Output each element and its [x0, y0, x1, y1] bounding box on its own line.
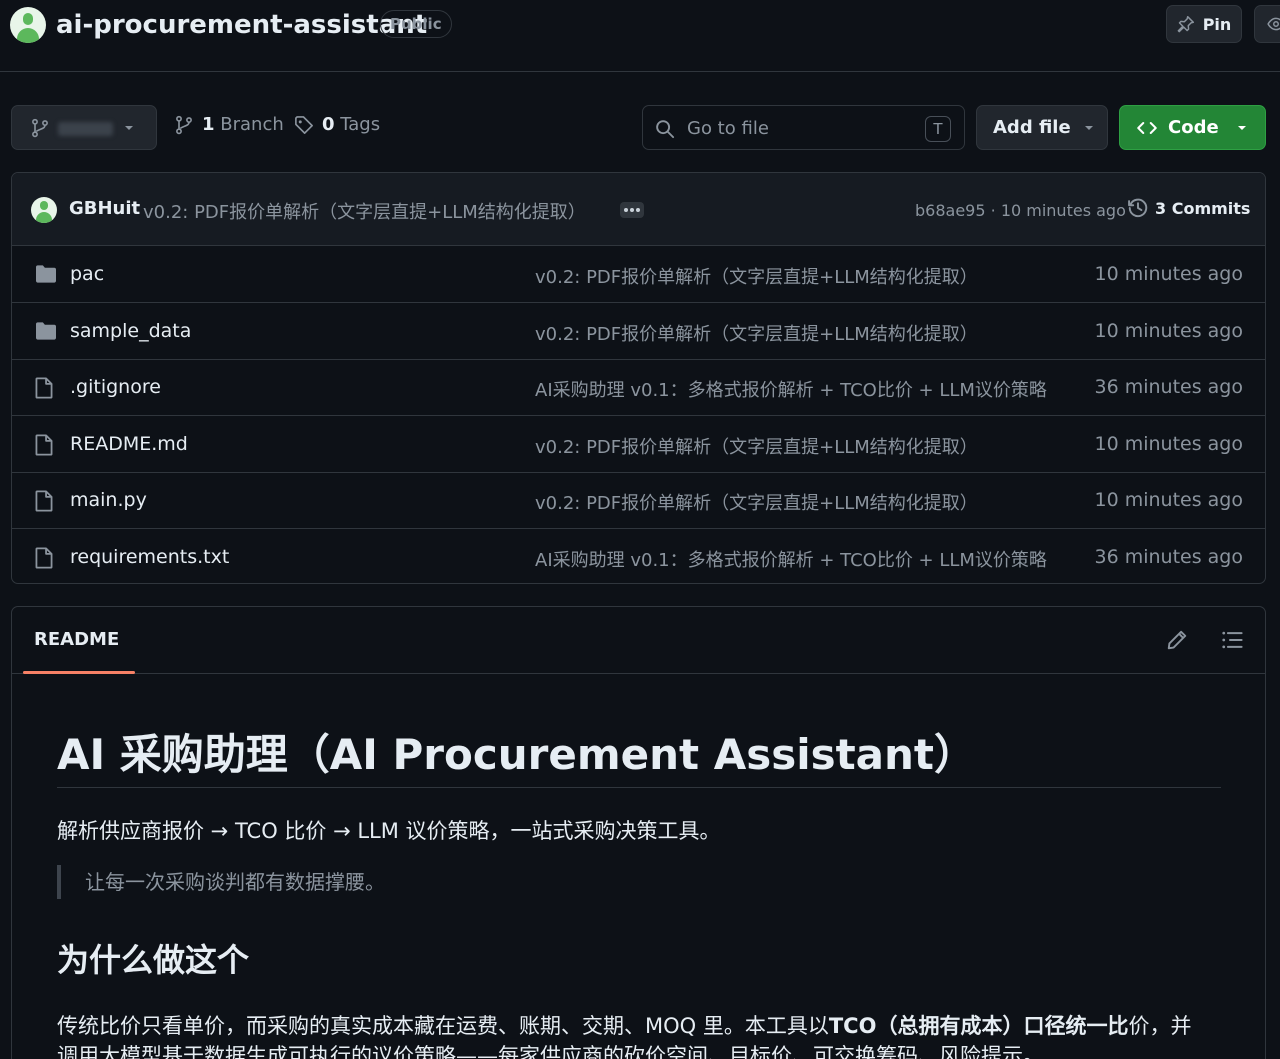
go-to-file-input[interactable]	[687, 114, 917, 142]
go-to-file-search[interactable]: T	[642, 105, 965, 150]
add-file-label: Add file	[993, 117, 1071, 138]
chevron-down-icon	[1084, 125, 1093, 130]
git-branch-icon	[176, 115, 192, 134]
commit-author-avatar[interactable]	[31, 197, 57, 223]
chevron-down-icon	[1237, 125, 1246, 130]
file-commit-message[interactable]: v0.2: PDF报价单解析（文字层直提+LLM结构化提取）	[535, 489, 978, 515]
search-icon	[656, 120, 675, 139]
file-commit-message[interactable]: v0.2: PDF报价单解析（文字层直提+LLM结构化提取）	[535, 320, 978, 346]
expand-commit-button[interactable]	[620, 202, 644, 218]
readme-panel: README AI 采购助理（AI Procurement Assistant）…	[11, 606, 1266, 1059]
file-icon	[34, 546, 54, 573]
branch-name-redacted	[58, 122, 113, 136]
readme-paragraph: 传统比价只看单价，而采购的真实成本藏在运费、账期、交期、MOQ 里。本工具以TC…	[57, 1011, 1197, 1059]
history-icon	[1128, 198, 1148, 218]
readme-blockquote: 让每一次采购谈判都有数据撑腰。	[57, 865, 385, 899]
tag-count: 0	[322, 114, 335, 135]
file-name[interactable]: sample_data	[70, 320, 191, 342]
file-commit-age: 36 minutes ago	[1094, 376, 1244, 398]
branch-selector[interactable]	[11, 105, 157, 150]
active-tab-indicator	[23, 671, 135, 674]
readme-lead: 解析供应商报价 → TCO 比价 → LLM 议价策略，一站式采购决策工具。	[57, 819, 721, 843]
tab-readme[interactable]: README	[34, 629, 119, 650]
file-commit-age: 10 minutes ago	[1094, 432, 1244, 455]
pin-icon	[1177, 15, 1194, 33]
pin-label: Pin	[1202, 14, 1232, 34]
file-commit-age: 10 minutes ago	[1094, 319, 1244, 342]
commits-label: Commits	[1171, 198, 1251, 218]
file-commit-age: 10 minutes ago	[1094, 489, 1244, 511]
watch-button[interactable]	[1254, 5, 1280, 43]
commit-separator: ·	[990, 201, 996, 220]
visibility-badge: Public	[380, 10, 452, 38]
file-commit-message[interactable]: AI采购助理 v0.1：多格式报价解析 + TCO比价 + LLM议价策略	[535, 376, 1047, 402]
code-icon	[1137, 121, 1157, 134]
repo-header: ai-procurement-assistant Public Pin	[0, 0, 1280, 72]
branch-count: 1	[202, 114, 215, 135]
readme-title: AI 采购助理（AI Procurement Assistant）	[57, 730, 976, 779]
file-name[interactable]: README.md	[70, 433, 188, 455]
tag-label: Tags	[340, 114, 381, 135]
code-label: Code	[1168, 117, 1219, 138]
tags-link[interactable]: 0 Tags	[294, 114, 380, 135]
folder-icon	[34, 264, 58, 288]
file-browser: GBHuit v0.2: PDF报价单解析（文字层直提+LLM结构化提取） b6…	[11, 172, 1266, 584]
commit-message[interactable]: v0.2: PDF报价单解析（文字层直提+LLM结构化提取）	[143, 198, 586, 224]
file-row[interactable]: sample_data v0.2: PDF报价单解析（文字层直提+LLM结构化提取…	[12, 304, 1265, 360]
file-icon	[34, 490, 54, 516]
file-commit-message[interactable]: v0.2: PDF报价单解析（文字层直提+LLM结构化提取）	[535, 263, 978, 289]
file-commit-message[interactable]: AI采购助理 v0.1：多格式报价解析 + TCO比价 + LLM议价策略	[535, 546, 1047, 572]
para-text-1: 传统比价只看单价，而采购的真实成本藏在运费、账期、交期、MOQ 里。本工具以	[57, 1014, 829, 1038]
readme-tabbar: README	[12, 607, 1265, 674]
file-row[interactable]: pac v0.2: PDF报价单解析（文字层直提+LLM结构化提取） 10 minu…	[12, 247, 1265, 303]
file-row[interactable]: main.py v0.2: PDF报价单解析（文字层直提+LLM结构化提取） 10 …	[12, 473, 1265, 529]
commits-count: 3	[1155, 198, 1167, 218]
branches-link[interactable]: 1 Branch	[174, 114, 284, 135]
git-branch-icon	[32, 118, 48, 138]
file-name[interactable]: requirements.txt	[70, 546, 229, 568]
file-icon	[34, 377, 54, 403]
file-commit-message[interactable]: v0.2: PDF报价单解析（文字层直提+LLM结构化提取）	[535, 433, 978, 459]
heading-divider	[57, 787, 1221, 788]
chevron-down-icon	[125, 126, 133, 130]
file-commit-age: 10 minutes ago	[1094, 263, 1244, 285]
pin-button[interactable]: Pin	[1166, 5, 1242, 43]
commit-meta: b68ae95 · 10 minutes ago	[915, 201, 1126, 220]
file-row[interactable]: requirements.txt AI采购助理 v0.1：多格式报价解析 + TC…	[12, 530, 1265, 584]
branch-label: Branch	[220, 114, 284, 135]
file-row[interactable]: .gitignore AI采购助理 v0.1：多格式报价解析 + TCO比价 + …	[12, 360, 1265, 416]
code-button[interactable]: Code	[1119, 105, 1266, 150]
file-name[interactable]: .gitignore	[70, 376, 161, 398]
latest-commit-bar: GBHuit v0.2: PDF报价单解析（文字层直提+LLM结构化提取） b6…	[12, 173, 1265, 246]
commit-hash[interactable]: b68ae95	[915, 201, 986, 220]
file-name[interactable]: main.py	[70, 489, 147, 511]
pencil-icon[interactable]	[1166, 629, 1188, 651]
para-bold-text: TCO（总拥有成本）口径统一比	[828, 1014, 1129, 1038]
owner-avatar[interactable]	[10, 7, 46, 43]
folder-icon	[34, 321, 58, 345]
add-file-button[interactable]: Add file	[976, 105, 1108, 150]
readme-section-heading: 为什么做这个	[57, 941, 250, 979]
tag-icon	[295, 115, 313, 134]
commit-author[interactable]: GBHuit	[69, 198, 140, 219]
commit-time: 10 minutes ago	[1000, 201, 1126, 220]
file-name[interactable]: pac	[70, 263, 104, 285]
repo-name[interactable]: ai-procurement-assistant	[56, 10, 427, 40]
file-icon	[34, 433, 54, 460]
shortcut-key: T	[925, 116, 951, 142]
file-row[interactable]: README.md v0.2: PDF报价单解析（文字层直提+LLM结构化提取） 1…	[12, 417, 1265, 473]
eye-icon	[1267, 17, 1280, 31]
commits-history-link[interactable]: 3 Commits	[1127, 197, 1250, 219]
file-commit-age: 36 minutes ago	[1094, 545, 1244, 568]
list-outline-icon[interactable]	[1221, 629, 1243, 651]
